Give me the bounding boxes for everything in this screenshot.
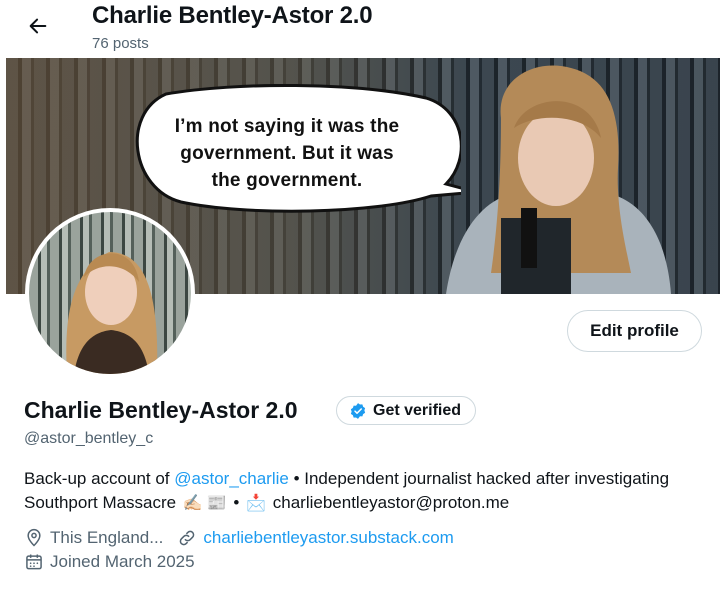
avatar-portrait [66, 252, 158, 374]
banner-person-image [446, 65, 671, 294]
profile-handle: @astor_bentley_c [24, 430, 154, 447]
get-verified-button[interactable]: Get verified [336, 396, 477, 425]
profile-joined: Joined March 2025 [24, 552, 195, 572]
avatar-image [29, 212, 191, 374]
header-title: Charlie Bentley-Astor 2.0 [92, 2, 373, 29]
envelope-emoji: 📩 [246, 495, 267, 512]
profile-bio: Back-up account of @astor_charlie • Inde… [24, 467, 704, 516]
profile-meta: This England... charliebentleyastor.subs… [24, 528, 454, 548]
writing-hand-emoji: ✍🏻 [182, 495, 203, 512]
bio-text: • [228, 493, 245, 512]
avatar[interactable] [25, 208, 195, 378]
profile-location: This England... [50, 528, 164, 547]
speech-text: I’m not saying it was the government. Bu… [156, 113, 418, 194]
top-bar: Charlie Bentley-Astor 2.0 76 posts [0, 0, 720, 58]
bio-text: Back-up account of [24, 469, 175, 488]
newspaper-emoji: 📰 [206, 495, 227, 512]
bio-email: charliebentleyastor@proton.me [272, 493, 510, 512]
back-arrow-icon [29, 18, 47, 34]
edit-profile-button[interactable]: Edit profile [567, 310, 702, 352]
link-icon [180, 530, 195, 546]
post-count: 76 posts [92, 35, 149, 52]
joined-date: Joined March 2025 [50, 552, 195, 571]
profile-website-link[interactable]: charliebentleyastor.substack.com [203, 528, 453, 548]
speech-line: the government. [211, 170, 363, 191]
profile-name: Charlie Bentley-Astor 2.0 [24, 397, 298, 423]
location-icon [27, 528, 41, 547]
speech-line: government. But it was [180, 143, 394, 164]
speech-line: I’m not saying it was the [174, 116, 400, 137]
get-verified-label: Get verified [373, 401, 462, 419]
back-button[interactable] [24, 12, 52, 40]
bio-mention-link[interactable]: @astor_charlie [174, 469, 289, 488]
calendar-icon [26, 554, 42, 570]
verified-badge-icon [350, 402, 366, 419]
